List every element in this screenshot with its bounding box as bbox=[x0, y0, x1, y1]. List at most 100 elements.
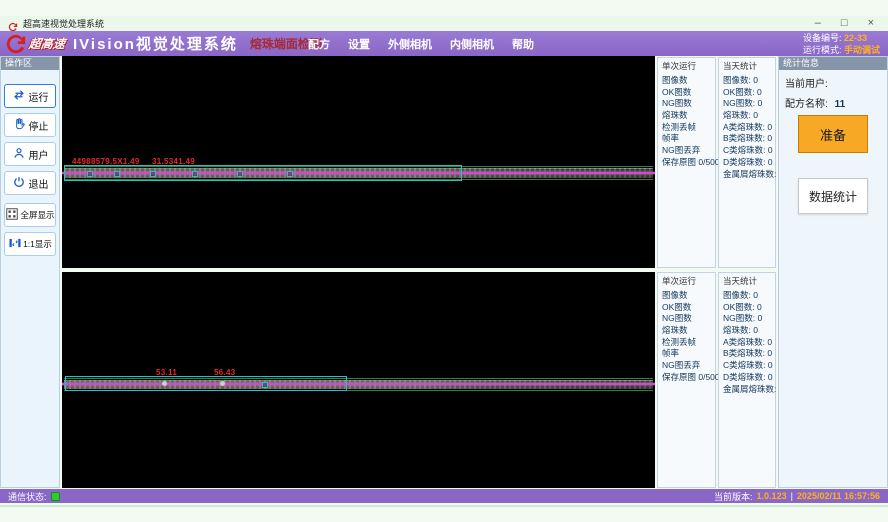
stop-button[interactable]: 停止 bbox=[4, 113, 56, 137]
recipe-name-label: 配方名称: bbox=[785, 99, 828, 110]
main-menu: 配方 设置 外侧相机 内侧相机 帮助 bbox=[308, 31, 534, 56]
stat-row: NG图丢弃 bbox=[662, 145, 715, 157]
menu-item[interactable]: 设置 bbox=[348, 36, 370, 52]
app-title: IVision视觉处理系统 bbox=[73, 33, 238, 54]
current-user-line: 当前用户: bbox=[779, 70, 887, 90]
stat-row: NG图数: 0 bbox=[723, 313, 775, 325]
one-to-one-icon bbox=[8, 236, 22, 252]
stat-row: 图像数 bbox=[662, 290, 715, 302]
panel-title: 单次运行 bbox=[662, 60, 715, 72]
separator: | bbox=[791, 491, 793, 501]
user-button-label: 用户 bbox=[29, 147, 49, 162]
today-stats-panel-2: 当天统计 图像数: 0OK图数: 0NG图数: 0熔珠数: 0A类熔珠数: 0B… bbox=[718, 272, 776, 488]
datetime-value: 2025/02/11 16:57:56 bbox=[797, 491, 880, 501]
stat-row: 图像数: 0 bbox=[723, 75, 775, 87]
stat-row: B类熔珠数: 0 bbox=[723, 133, 775, 145]
device-number-value: 22-33 bbox=[844, 33, 867, 43]
device-number-label: 设备编号: bbox=[803, 33, 842, 43]
statistics-info-panel: 统计信息 当前用户: 配方名称: 11 准备 数据统计 bbox=[778, 56, 888, 488]
stat-row: 熔珠数: 0 bbox=[723, 110, 775, 122]
stat-row: 图像数 bbox=[662, 75, 715, 87]
stat-row: C类熔珠数: 0 bbox=[723, 360, 775, 372]
version-label: 当前版本: bbox=[714, 490, 753, 503]
minimize-button[interactable]: – bbox=[815, 16, 821, 31]
run-loop-icon bbox=[12, 88, 26, 105]
roi-marker bbox=[150, 171, 156, 177]
one-to-one-button-label: 1:1显示 bbox=[23, 238, 52, 250]
user-button[interactable]: 用户 bbox=[4, 142, 56, 166]
stat-row: 保存原图 0/500 bbox=[662, 157, 715, 169]
current-user-label: 当前用户: bbox=[785, 79, 828, 90]
stat-row: 保存原图 0/500 bbox=[662, 372, 715, 384]
window-titlebar: 超高速视觉处理系统 – □ × bbox=[0, 16, 888, 31]
roi-marker bbox=[287, 171, 293, 177]
camera-view-inner[interactable]: 53.11 56.43 bbox=[62, 272, 655, 488]
stat-row: 图像数: 0 bbox=[723, 290, 775, 302]
comm-status-led bbox=[51, 492, 60, 501]
stat-row: D类熔珠数: 0 bbox=[723, 372, 775, 384]
panel-title: 当天统计 bbox=[723, 275, 775, 287]
roi-marker bbox=[262, 382, 268, 388]
brand-swirl-icon bbox=[5, 33, 27, 55]
stat-row: NG图数 bbox=[662, 98, 715, 110]
fullscreen-grid-icon bbox=[5, 207, 19, 223]
app-logo-icon bbox=[8, 19, 18, 29]
operation-sidebar: 操作区 运行 停止 用户 退出 全屏显示 bbox=[0, 56, 60, 488]
stat-row: C类熔珠数: 0 bbox=[723, 145, 775, 157]
stat-row: B类熔珠数: 0 bbox=[723, 348, 775, 360]
maximize-button[interactable]: □ bbox=[841, 16, 848, 31]
bead-dot bbox=[162, 381, 167, 386]
device-info: 设备编号: 22-33 运行模式: 手动调试 bbox=[803, 32, 880, 56]
comm-status-label: 通信状态: bbox=[8, 490, 47, 503]
menu-item[interactable]: 外侧相机 bbox=[388, 36, 432, 52]
run-mode-value: 手动调试 bbox=[844, 45, 880, 55]
recipe-line: 配方名称: 11 bbox=[779, 90, 887, 110]
stat-row: A类熔珠数: 0 bbox=[723, 122, 775, 134]
roi-marker bbox=[192, 171, 198, 177]
roi-marker bbox=[237, 171, 243, 177]
app-window: 超高速视觉处理系统 – □ × 超高速 IVision视觉处理系统 熔珠端面检测… bbox=[0, 0, 888, 522]
stat-row: NG图丢弃 bbox=[662, 360, 715, 372]
detection-roi-box bbox=[64, 165, 462, 181]
fullscreen-button-label: 全屏显示 bbox=[20, 209, 54, 221]
stat-row: 金属屑熔珠数: 0 bbox=[723, 169, 775, 181]
detection-roi-box bbox=[65, 376, 347, 391]
run-button[interactable]: 运行 bbox=[4, 84, 56, 108]
stat-row: 金属屑熔珠数: 0 bbox=[723, 384, 775, 396]
menu-item[interactable]: 帮助 bbox=[512, 36, 534, 52]
window-controls: – □ × bbox=[815, 16, 874, 31]
data-statistics-button[interactable]: 数据统计 bbox=[798, 178, 868, 214]
info-panel-title: 统计信息 bbox=[779, 57, 887, 70]
roi-marker bbox=[114, 171, 120, 177]
run-button-label: 运行 bbox=[29, 89, 49, 104]
close-button[interactable]: × bbox=[868, 16, 874, 31]
app-header: 超高速 IVision视觉处理系统 熔珠端面检测 配方设置外侧相机内侧相机帮助 … bbox=[0, 31, 888, 56]
fullscreen-button[interactable]: 全屏显示 bbox=[4, 203, 56, 227]
window-title: 超高速视觉处理系统 bbox=[23, 17, 104, 30]
prepare-button[interactable]: 准备 bbox=[798, 115, 868, 153]
stat-row: A类熔珠数: 0 bbox=[723, 337, 775, 349]
exit-button[interactable]: 退出 bbox=[4, 171, 56, 195]
status-bar: 通信状态: 当前版本: 1.0.123 | 2025/02/11 16:57:5… bbox=[0, 489, 888, 503]
bottom-divider bbox=[0, 505, 888, 507]
stat-row: 熔珠数 bbox=[662, 325, 715, 337]
power-icon bbox=[12, 175, 26, 192]
stat-row: 帧率 bbox=[662, 348, 715, 360]
stat-row: NG图数 bbox=[662, 313, 715, 325]
stat-row: 检测丢帧 bbox=[662, 337, 715, 349]
menu-item[interactable]: 内侧相机 bbox=[450, 36, 494, 52]
stat-row: OK图数: 0 bbox=[723, 302, 775, 314]
stat-row: NG图数: 0 bbox=[723, 98, 775, 110]
version-value: 1.0.123 bbox=[757, 491, 787, 501]
single-run-panel-1: 单次运行 图像数OK图数NG图数熔珠数检测丢帧帧率NG图丢弃保存原图 0/500 bbox=[657, 57, 716, 268]
stat-row: OK图数: 0 bbox=[723, 87, 775, 99]
camera-view-outer[interactable]: 44988579.5X1.49 31.5341.49 bbox=[62, 56, 655, 268]
stat-row: OK图数 bbox=[662, 87, 715, 99]
bead-dot bbox=[220, 381, 225, 386]
menu-item[interactable]: 配方 bbox=[308, 36, 330, 52]
recipe-name-value: 11 bbox=[835, 99, 846, 110]
stat-row: 检测丢帧 bbox=[662, 122, 715, 134]
stat-row: 熔珠数 bbox=[662, 110, 715, 122]
one-to-one-button[interactable]: 1:1显示 bbox=[4, 232, 56, 256]
exit-button-label: 退出 bbox=[29, 176, 49, 191]
